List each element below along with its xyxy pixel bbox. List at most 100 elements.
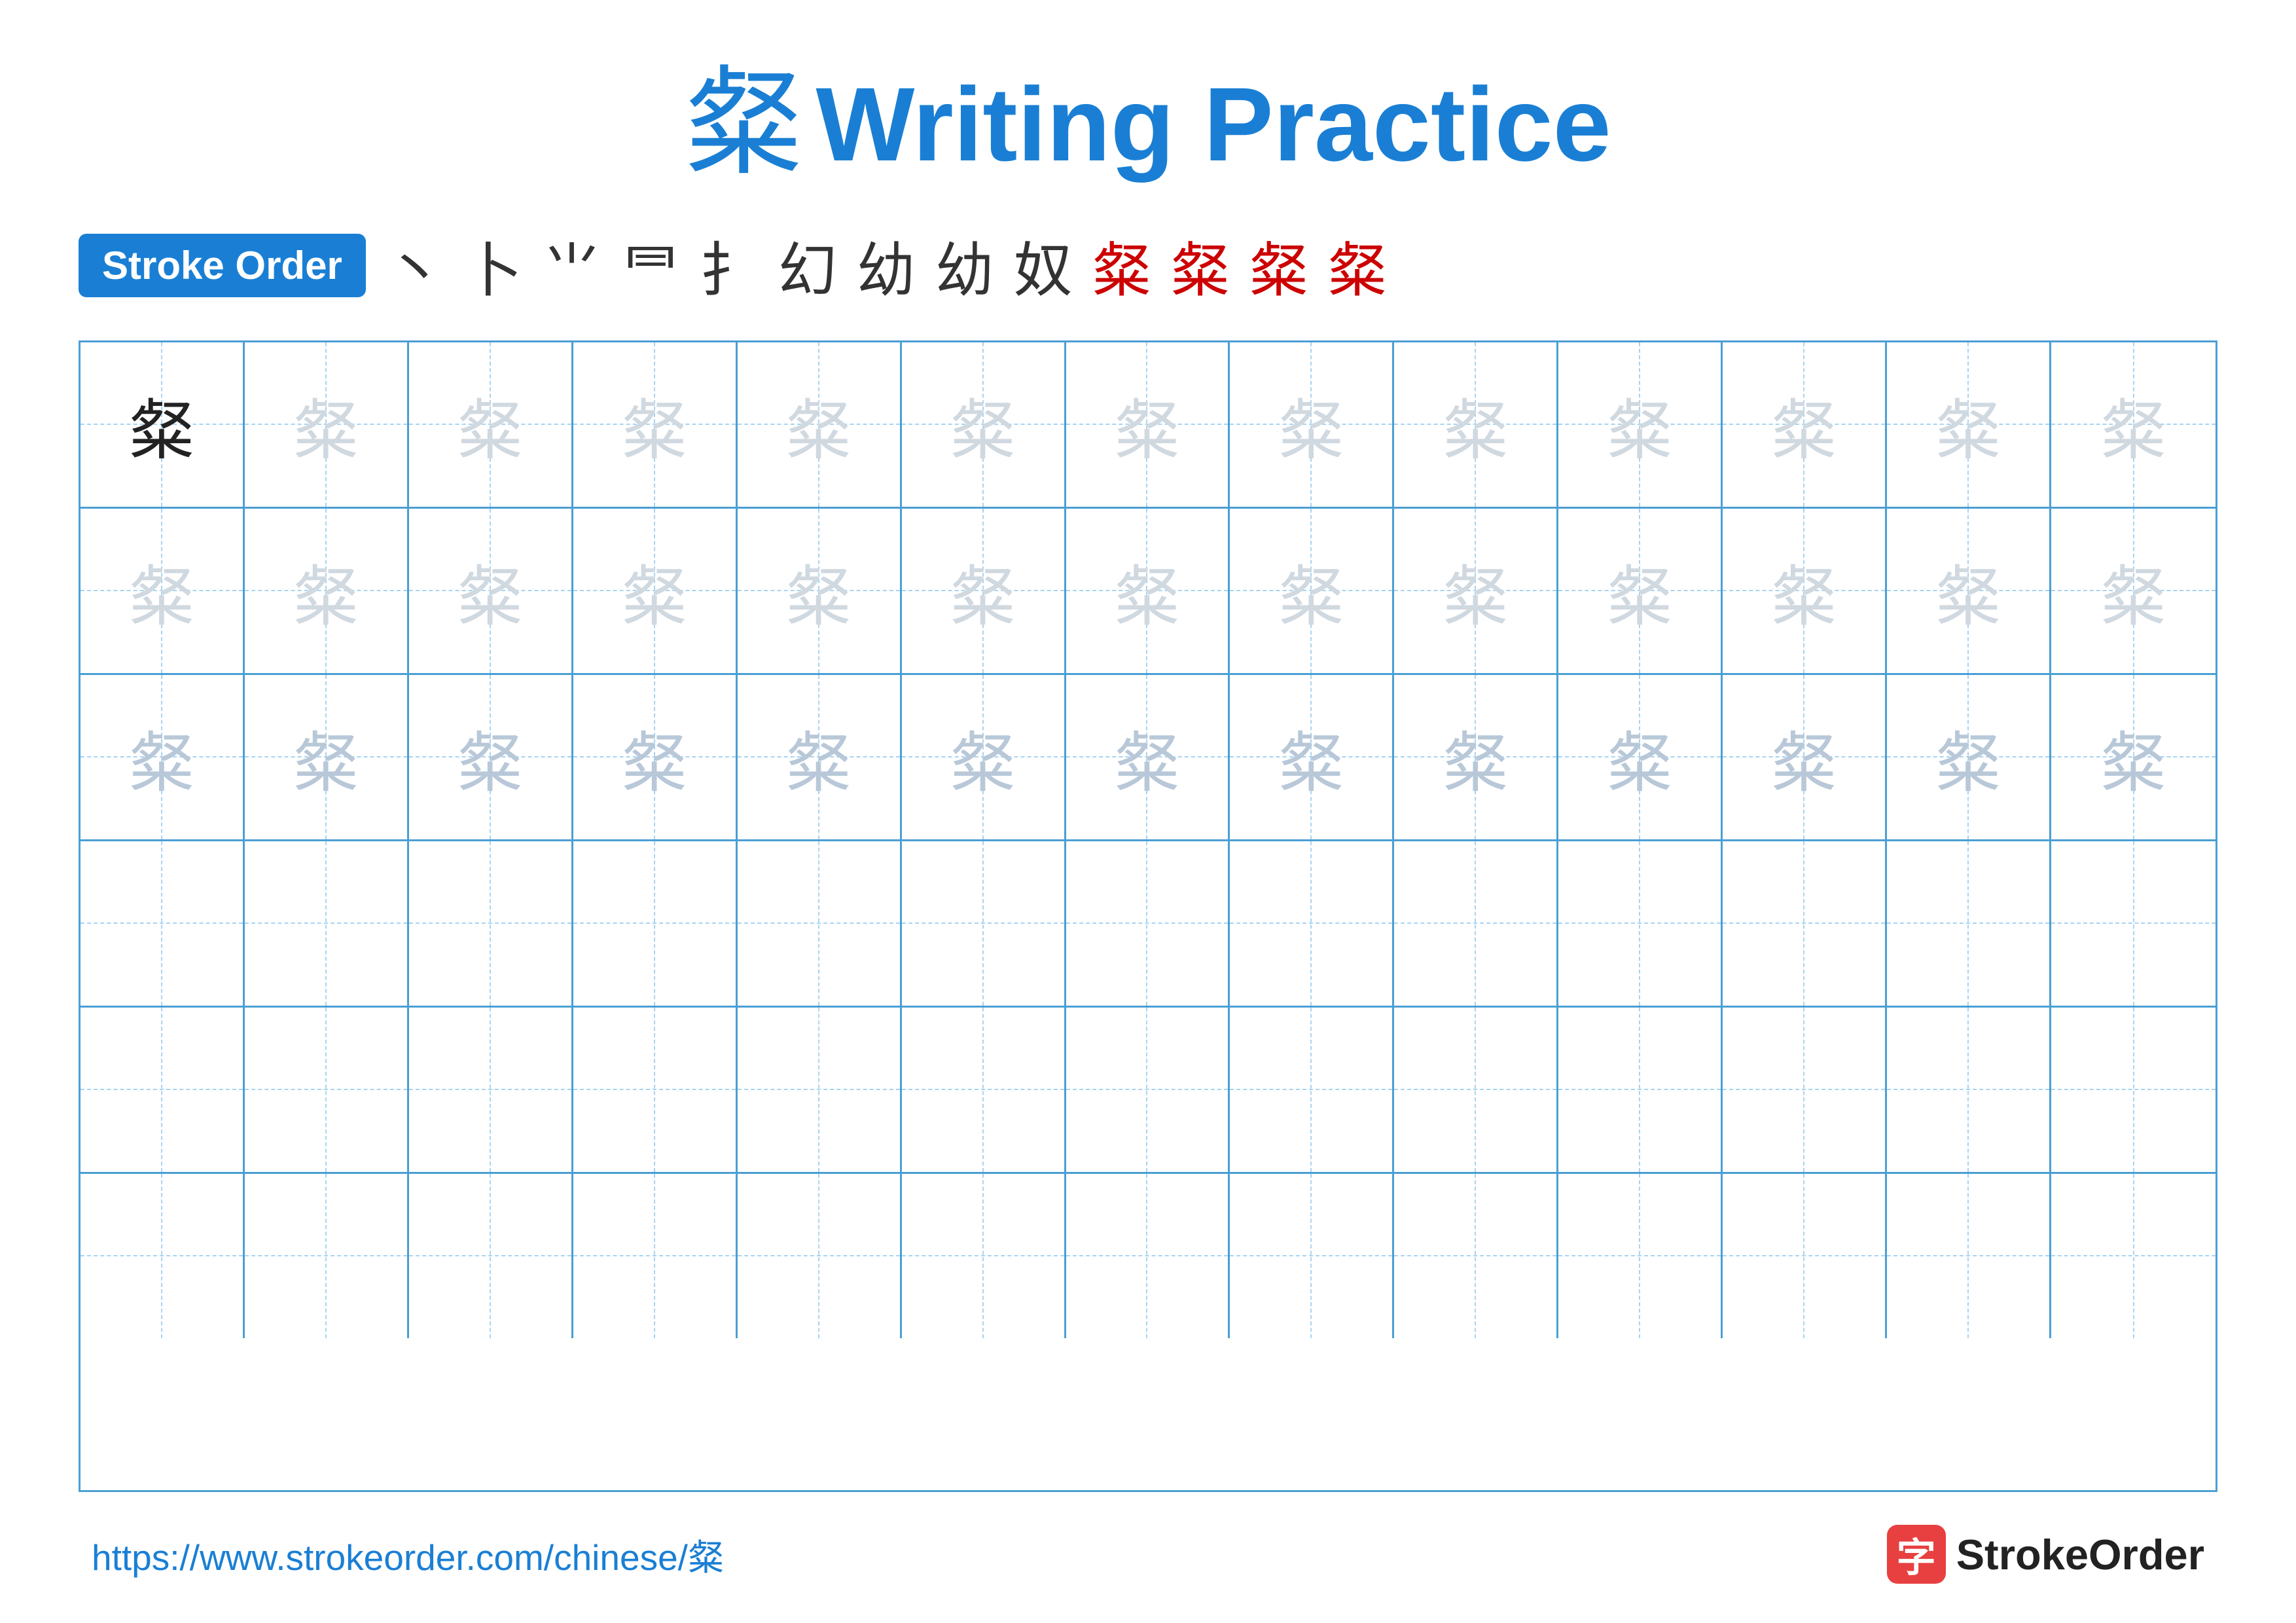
practice-char-light: 粲 [786,377,852,472]
grid-cell-4-7[interactable] [1066,841,1230,1006]
grid-cell-6-1[interactable] [81,1174,245,1338]
grid-cell-1-12[interactable]: 粲 [1887,342,2051,507]
stroke-6: 幻 [778,223,837,308]
grid-cell-2-13[interactable]: 粲 [2051,509,2215,673]
practice-char-light: 粲 [457,377,523,472]
grid-cell-5-8[interactable] [1230,1008,1394,1172]
grid-cell-4-13[interactable] [2051,841,2215,1006]
grid-cell-1-4[interactable]: 粲 [573,342,738,507]
grid-cell-6-2[interactable] [245,1174,409,1338]
grid-cell-6-13[interactable] [2051,1174,2215,1338]
grid-cell-4-11[interactable] [1723,841,1887,1006]
grid-cell-5-6[interactable] [902,1008,1066,1172]
practice-char-light: 粲 [1771,543,1837,638]
practice-char-dark: 粲 [129,377,194,472]
grid-cell-1-3[interactable]: 粲 [409,342,573,507]
grid-cell-5-3[interactable] [409,1008,573,1172]
grid-cell-4-6[interactable] [902,841,1066,1006]
grid-cell-5-2[interactable] [245,1008,409,1172]
footer-url[interactable]: https://www.strokeorder.com/chinese/粲 [92,1528,724,1580]
grid-cell-3-12[interactable]: 粲 [1887,675,2051,839]
grid-cell-3-10[interactable]: 粲 [1558,675,1723,839]
stroke-order-row: Stroke Order 丶 ⼘ ⺌ ⺜ ⺘ 幻 幼 幼 奴 粲 粲 粲 粲 [79,223,2217,308]
grid-cell-1-7[interactable]: 粲 [1066,342,1230,507]
practice-char-light: 粲 [1443,377,1508,472]
grid-cell-3-8[interactable]: 粲 [1230,675,1394,839]
grid-cell-4-5[interactable] [738,841,902,1006]
grid-cell-1-5[interactable]: 粲 [738,342,902,507]
logo-text: StrokeOrder [1956,1530,2204,1579]
grid-cell-3-1[interactable]: 粲 [81,675,245,839]
grid-cell-3-4[interactable]: 粲 [573,675,738,839]
stroke-9: 奴 [1014,223,1073,308]
grid-cell-1-13[interactable]: 粲 [2051,342,2215,507]
grid-cell-5-7[interactable] [1066,1008,1230,1172]
page: 粲 Writing Practice Stroke Order 丶 ⼘ ⺌ ⺜ … [0,0,2296,1623]
practice-char-light: 粲 [2101,543,2166,638]
grid-cell-3-7[interactable]: 粲 [1066,675,1230,839]
grid-cell-6-3[interactable] [409,1174,573,1338]
practice-char-medium: 粲 [1278,710,1344,805]
grid-cell-6-6[interactable] [902,1174,1066,1338]
grid-cell-2-10[interactable]: 粲 [1558,509,1723,673]
grid-cell-2-2[interactable]: 粲 [245,509,409,673]
grid-cell-4-1[interactable] [81,841,245,1006]
stroke-8: 幼 [935,223,994,308]
grid-cell-2-4[interactable]: 粲 [573,509,738,673]
practice-char-medium: 粲 [1935,710,2001,805]
grid-cell-4-4[interactable] [573,841,738,1006]
grid-cell-2-1[interactable]: 粲 [81,509,245,673]
practice-char-medium: 粲 [1607,710,1672,805]
grid-cell-2-9[interactable]: 粲 [1394,509,1558,673]
grid-cell-3-13[interactable]: 粲 [2051,675,2215,839]
grid-cell-6-8[interactable] [1230,1174,1394,1338]
practice-char-light: 粲 [950,543,1016,638]
grid-cell-4-8[interactable] [1230,841,1394,1006]
title-text: Writing Practice [816,72,1611,177]
grid-cell-2-6[interactable]: 粲 [902,509,1066,673]
grid-cell-1-9[interactable]: 粲 [1394,342,1558,507]
grid-cell-3-2[interactable]: 粲 [245,675,409,839]
grid-cell-2-11[interactable]: 粲 [1723,509,1887,673]
grid-cell-4-10[interactable] [1558,841,1723,1006]
grid-cell-1-8[interactable]: 粲 [1230,342,1394,507]
grid-cell-4-3[interactable] [409,841,573,1006]
grid-cell-6-11[interactable] [1723,1174,1887,1338]
grid-cell-6-4[interactable] [573,1174,738,1338]
grid-cell-5-13[interactable] [2051,1008,2215,1172]
grid-cell-4-2[interactable] [245,841,409,1006]
grid-cell-6-10[interactable] [1558,1174,1723,1338]
grid-cell-4-12[interactable] [1887,841,2051,1006]
grid-cell-3-11[interactable]: 粲 [1723,675,1887,839]
grid-row-3: 粲 粲 粲 粲 粲 粲 粲 粲 粲 [81,675,2215,841]
grid-cell-1-2[interactable]: 粲 [245,342,409,507]
grid-cell-6-12[interactable] [1887,1174,2051,1338]
grid-cell-3-9[interactable]: 粲 [1394,675,1558,839]
practice-char-light: 粲 [293,377,359,472]
grid-cell-2-3[interactable]: 粲 [409,509,573,673]
grid-cell-1-10[interactable]: 粲 [1558,342,1723,507]
grid-cell-3-6[interactable]: 粲 [902,675,1066,839]
grid-cell-5-11[interactable] [1723,1008,1887,1172]
grid-cell-5-10[interactable] [1558,1008,1723,1172]
grid-row-2: 粲 粲 粲 粲 粲 粲 粲 粲 粲 [81,509,2215,675]
grid-cell-6-5[interactable] [738,1174,902,1338]
grid-cell-1-1[interactable]: 粲 [81,342,245,507]
grid-cell-3-3[interactable]: 粲 [409,675,573,839]
grid-cell-6-7[interactable] [1066,1174,1230,1338]
practice-char-light: 粲 [1278,543,1344,638]
grid-cell-1-6[interactable]: 粲 [902,342,1066,507]
grid-cell-5-9[interactable] [1394,1008,1558,1172]
grid-cell-1-11[interactable]: 粲 [1723,342,1887,507]
grid-cell-4-9[interactable] [1394,841,1558,1006]
grid-cell-5-5[interactable] [738,1008,902,1172]
grid-cell-5-12[interactable] [1887,1008,2051,1172]
grid-cell-5-4[interactable] [573,1008,738,1172]
grid-cell-6-9[interactable] [1394,1174,1558,1338]
grid-cell-2-5[interactable]: 粲 [738,509,902,673]
grid-cell-5-1[interactable] [81,1008,245,1172]
grid-cell-2-8[interactable]: 粲 [1230,509,1394,673]
grid-cell-2-7[interactable]: 粲 [1066,509,1230,673]
grid-cell-2-12[interactable]: 粲 [1887,509,2051,673]
grid-cell-3-5[interactable]: 粲 [738,675,902,839]
